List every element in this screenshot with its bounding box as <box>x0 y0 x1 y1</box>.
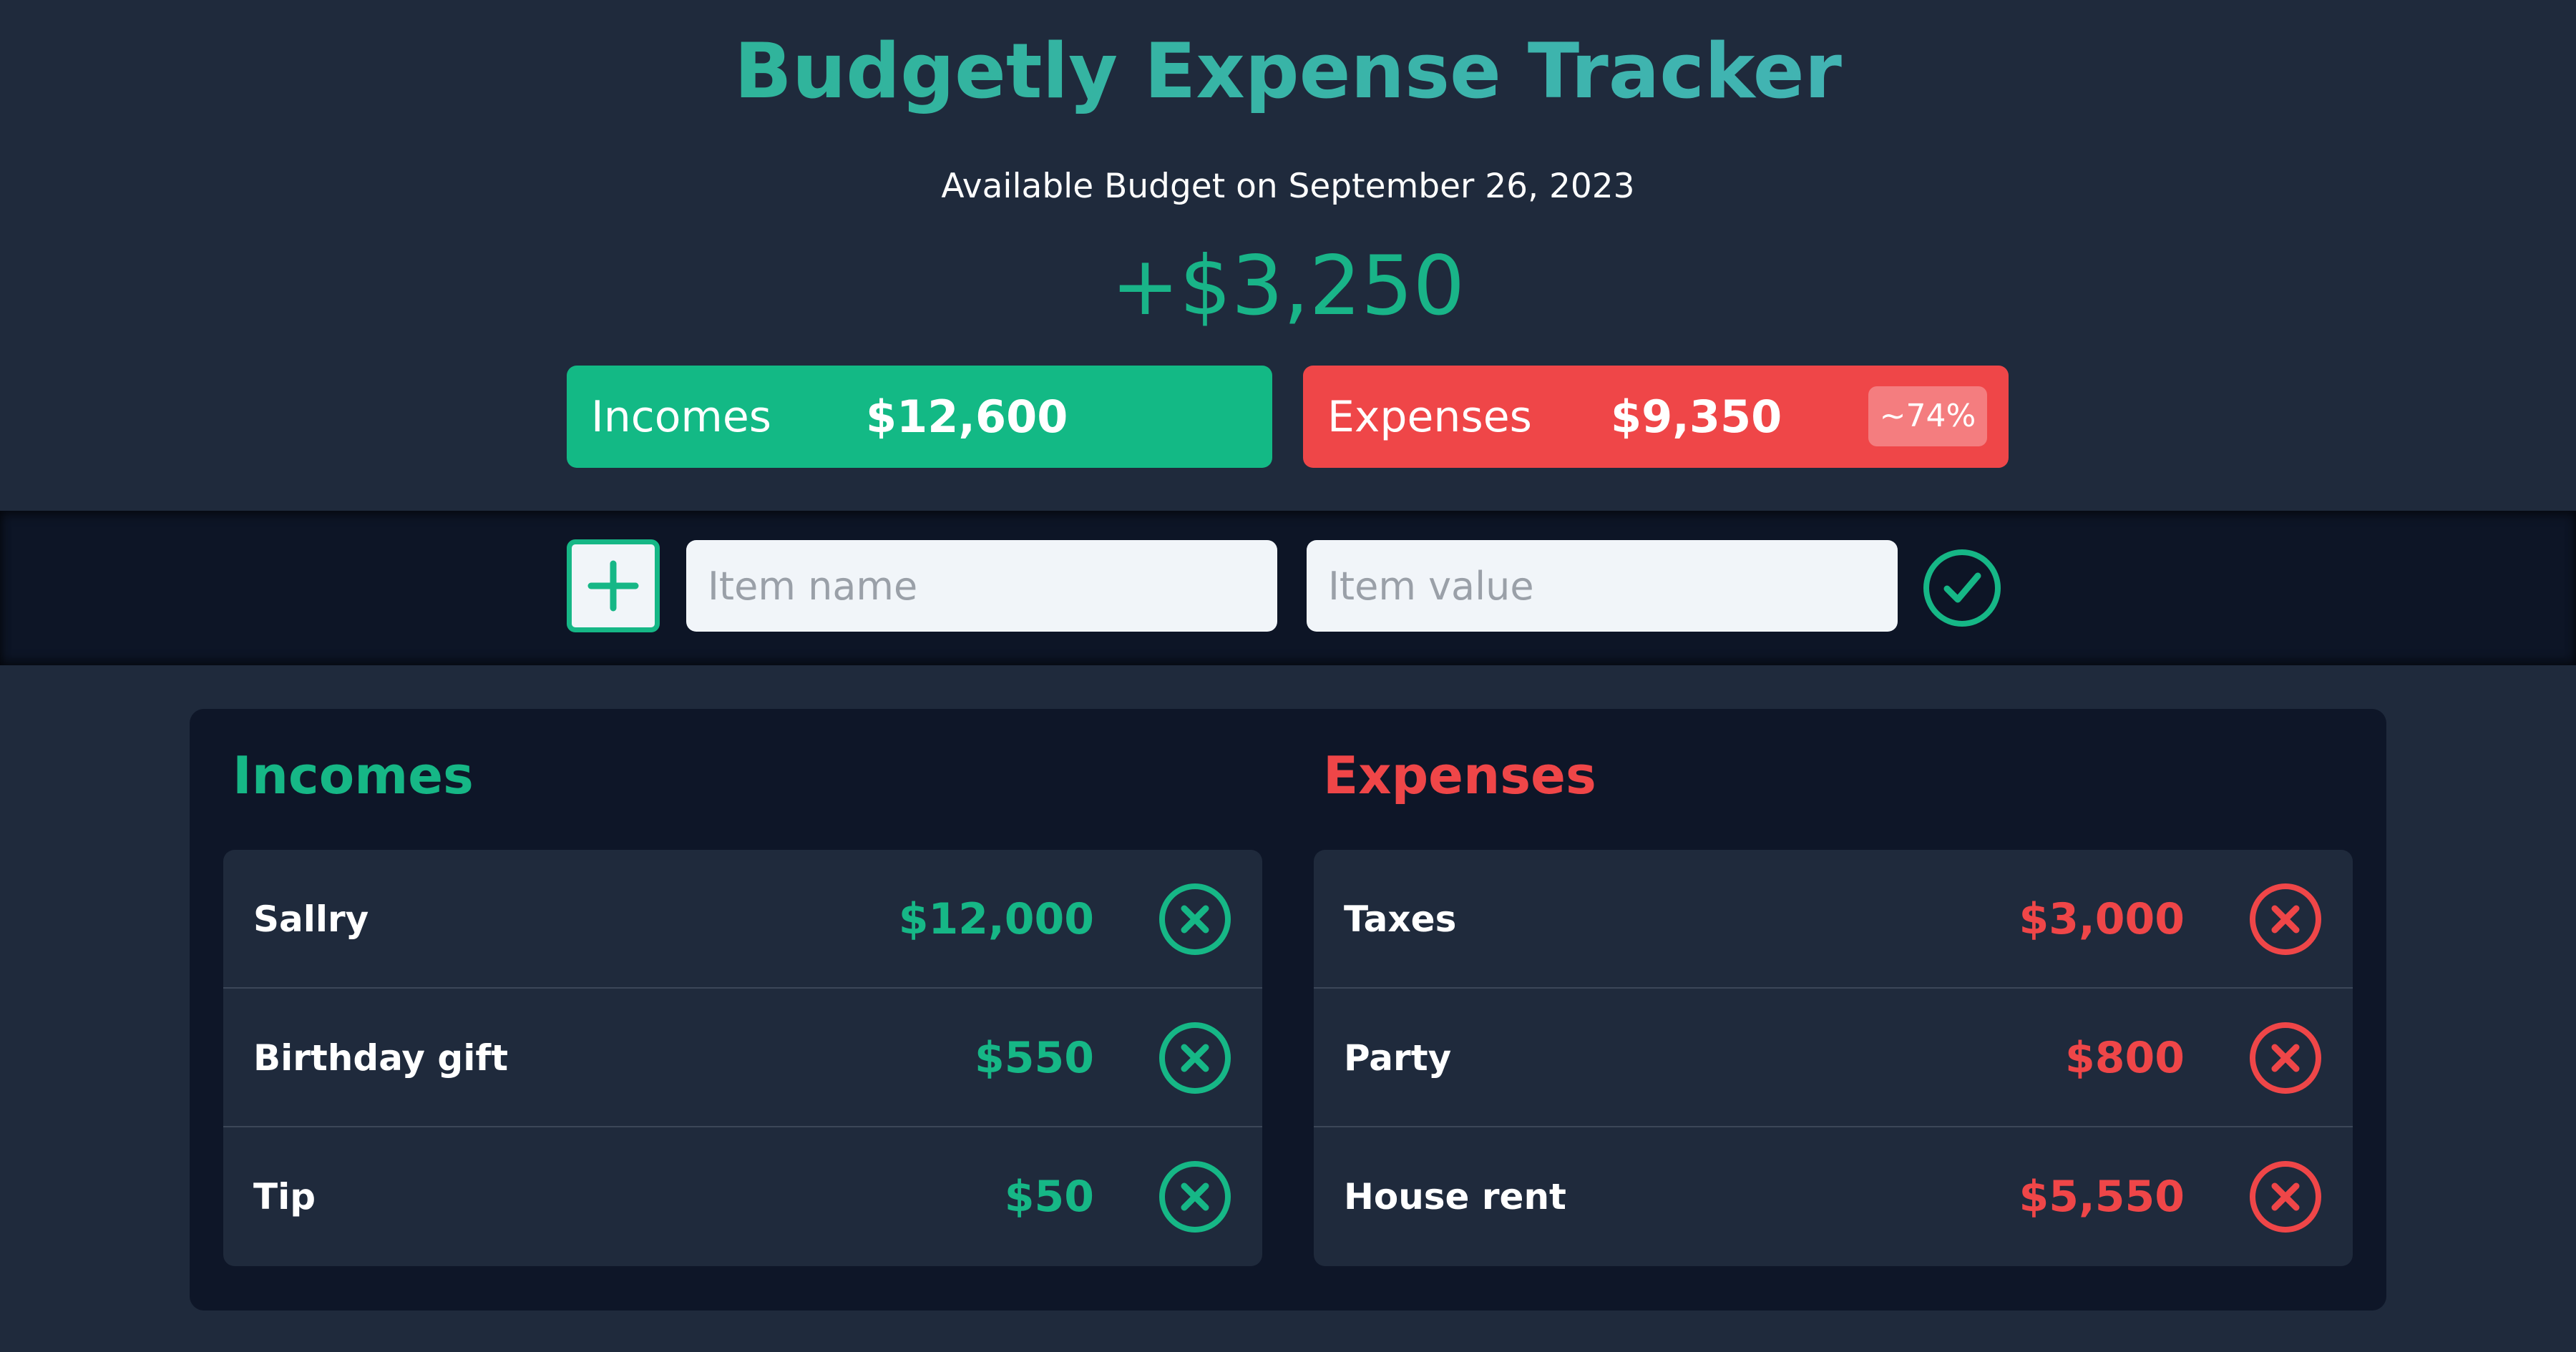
item-name-input[interactable] <box>686 540 1277 632</box>
add-item-bar <box>0 511 2576 665</box>
lists-panel: Incomes Expenses Sallry $12,000 Birthday… <box>190 709 2386 1311</box>
income-summary-label: Incomes <box>591 392 772 442</box>
close-circle-icon[interactable] <box>1158 1160 1232 1234</box>
available-budget: +$3,250 <box>1111 238 1465 333</box>
income-list: Sallry $12,000 Birthday gift $550 Tip $5… <box>223 850 1262 1266</box>
list-item: House rent $5,550 <box>1314 1127 2353 1266</box>
close-circle-icon[interactable] <box>2248 1160 2323 1234</box>
close-circle-icon[interactable] <box>2248 1021 2323 1095</box>
item-name: Tip <box>253 1176 316 1218</box>
expense-summary-value: $9,350 <box>1611 391 1782 443</box>
expense-summary-label: Expenses <box>1327 392 1532 442</box>
income-summary: Incomes $12,600 <box>567 366 1272 468</box>
list-item: Party $800 <box>1314 989 2353 1127</box>
item-value-input[interactable] <box>1307 540 1898 632</box>
item-name: Birthday gift <box>253 1037 508 1079</box>
close-circle-icon[interactable] <box>2248 882 2323 956</box>
item-value: $550 <box>975 1033 1094 1083</box>
item-name: House rent <box>1344 1176 1566 1218</box>
list-item: Tip $50 <box>223 1127 1262 1266</box>
expenses-heading: Expenses <box>1323 745 1596 805</box>
list-item: Taxes $3,000 <box>1314 850 2353 989</box>
item-value: $3,000 <box>2019 894 2185 944</box>
item-value: $800 <box>2065 1033 2185 1083</box>
item-value: $5,550 <box>2019 1172 2185 1222</box>
budget-subtitle: Available Budget on September 26, 2023 <box>941 167 1635 206</box>
app-title: Budgetly Expense Tracker <box>0 21 2576 122</box>
list-item: Sallry $12,000 <box>223 850 1262 989</box>
income-summary-value: $12,600 <box>866 391 1068 443</box>
header: Budgetly Expense Tracker Available Budge… <box>0 0 2576 511</box>
item-value: $50 <box>1004 1172 1094 1222</box>
item-name: Taxes <box>1344 898 1457 940</box>
item-name: Party <box>1344 1037 1452 1079</box>
check-circle-icon[interactable] <box>1921 547 2003 629</box>
type-toggle-button[interactable] <box>567 539 660 632</box>
close-circle-icon[interactable] <box>1158 882 1232 956</box>
item-name: Sallry <box>253 898 369 940</box>
expense-percentage-badge: ~74% <box>1868 386 1987 446</box>
item-value: $12,000 <box>898 894 1094 944</box>
expense-summary: Expenses $9,350 ~74% <box>1303 366 2009 468</box>
plus-icon <box>587 560 639 612</box>
expense-list: Taxes $3,000 Party $800 House rent $5,55… <box>1314 850 2353 1266</box>
list-item: Birthday gift $550 <box>223 989 1262 1127</box>
close-circle-icon[interactable] <box>1158 1021 1232 1095</box>
incomes-heading: Incomes <box>233 745 474 805</box>
